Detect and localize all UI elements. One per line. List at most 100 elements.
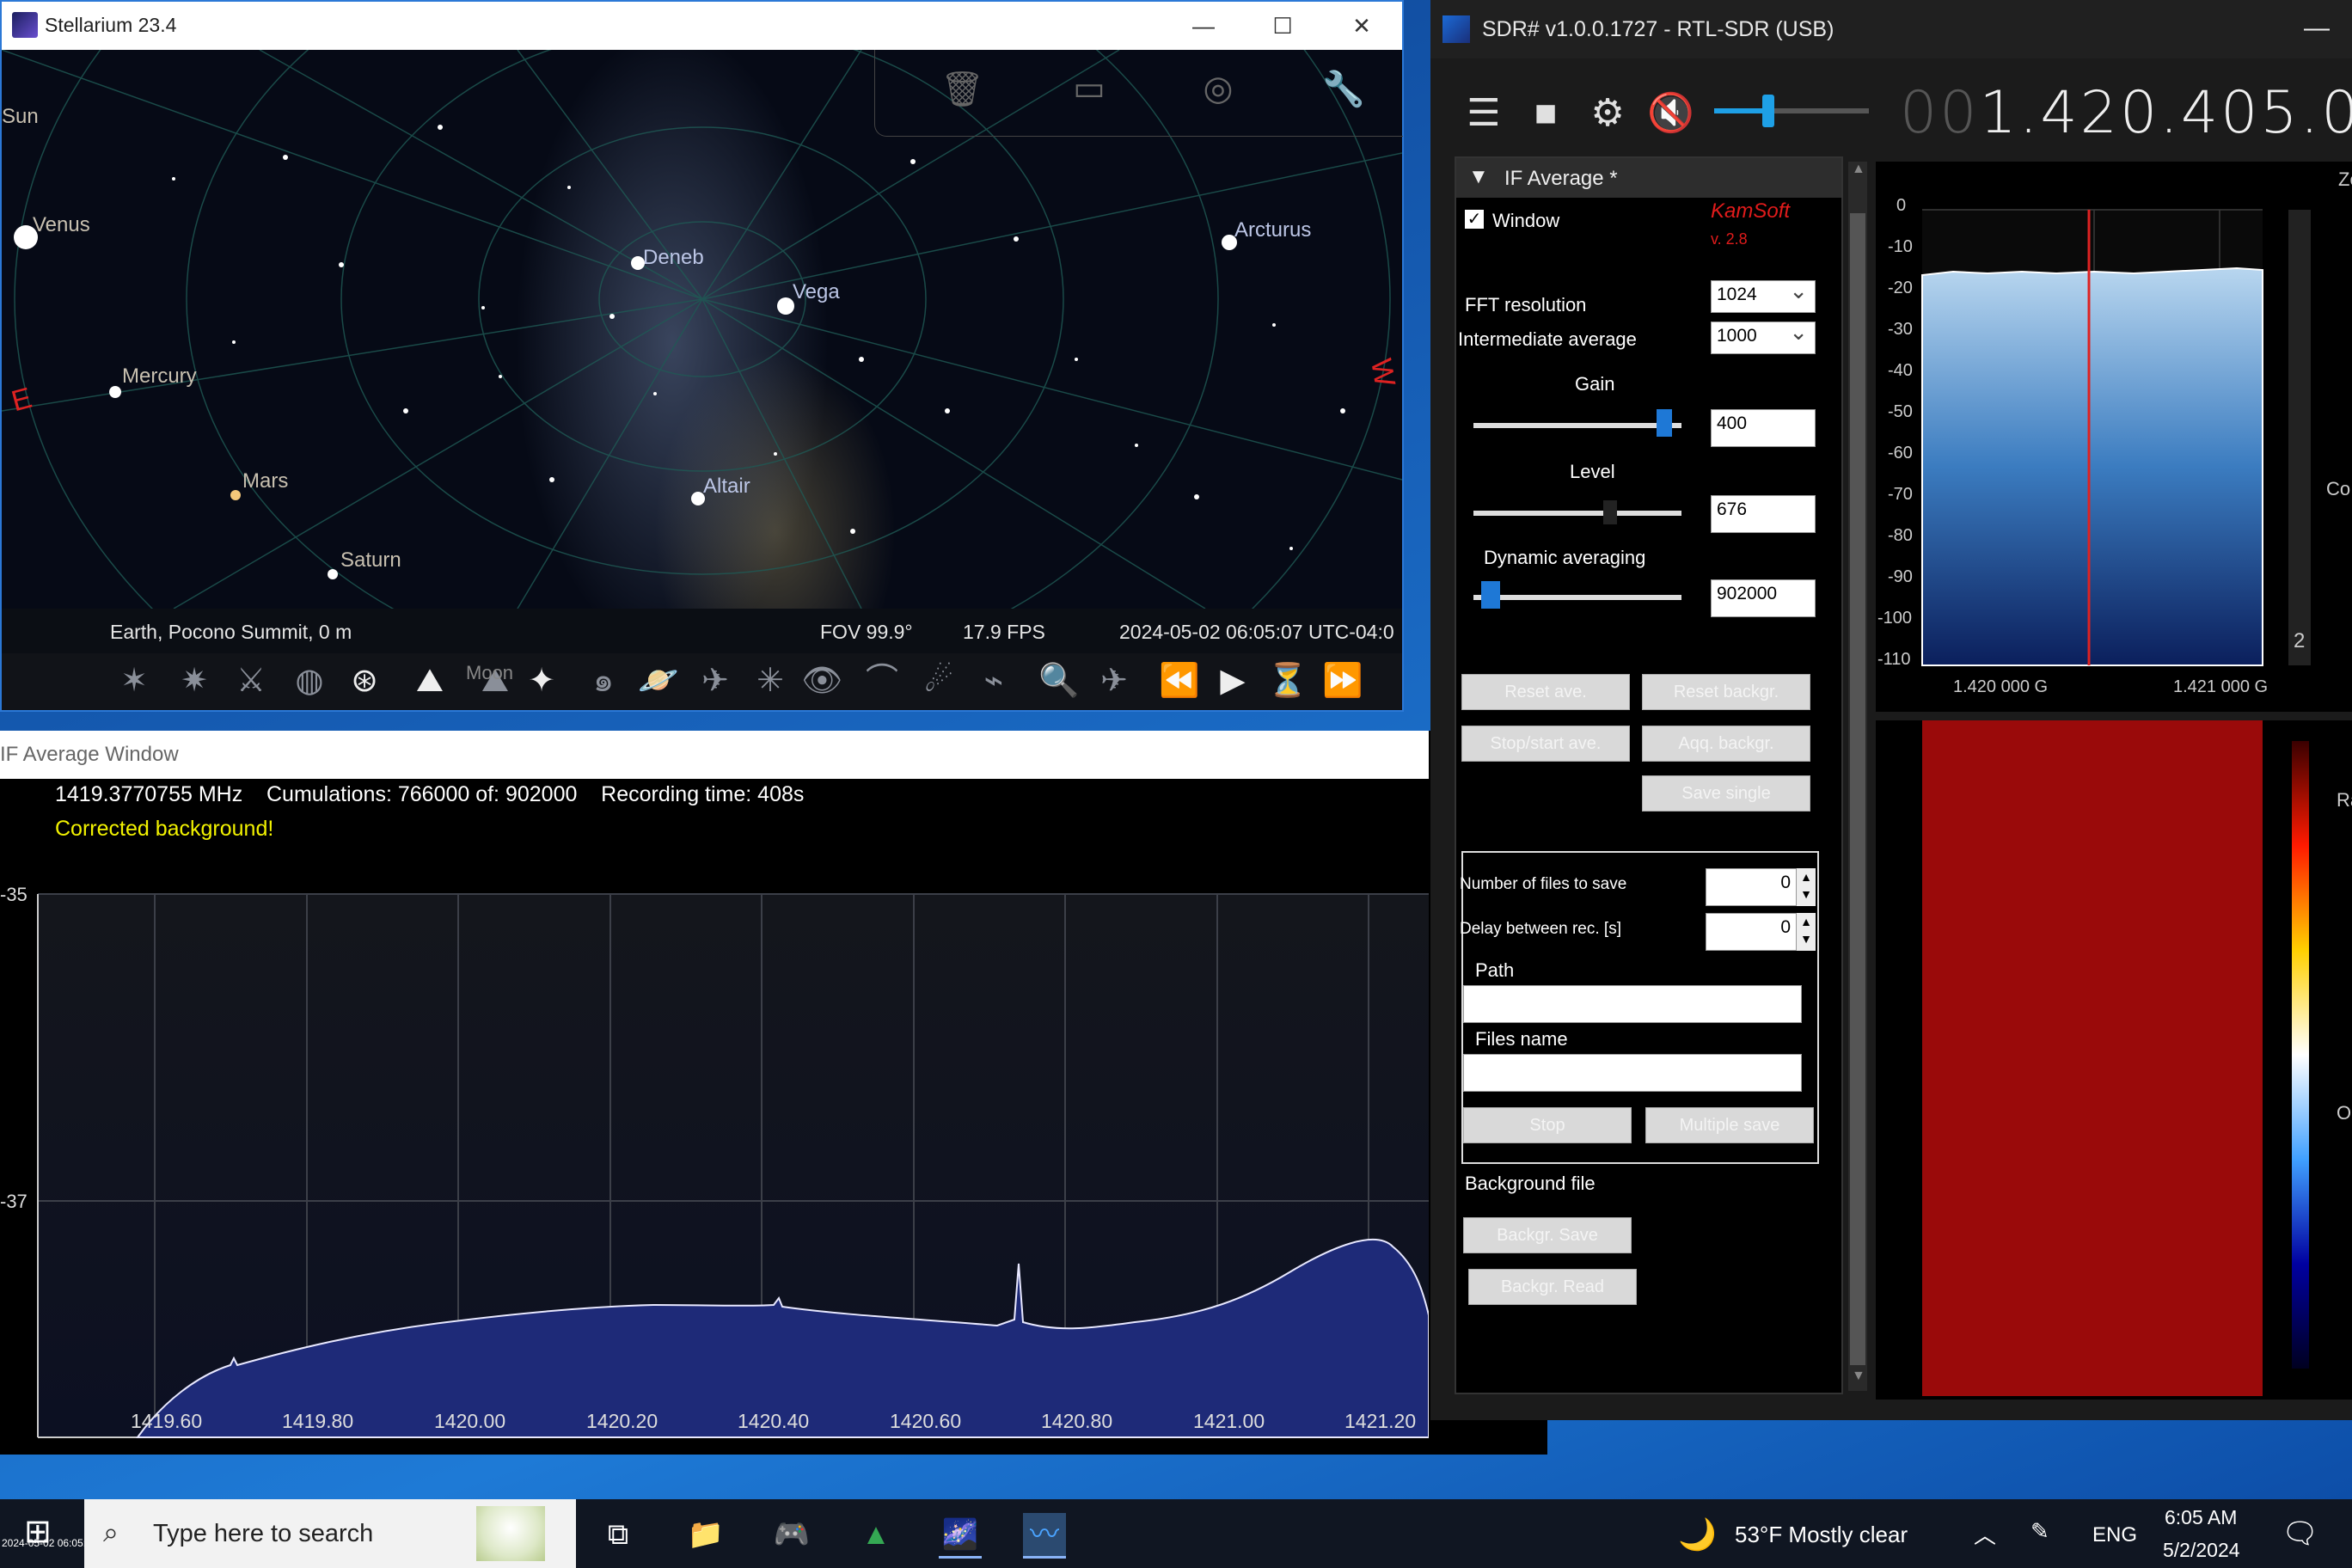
pen-icon[interactable]: ✎ — [2030, 1518, 2049, 1545]
multiple-save-button[interactable]: Multiple save — [1645, 1107, 1814, 1143]
night-mode-icon[interactable]: ⌒ — [861, 660, 903, 701]
sdr-taskbar-icon[interactable]: 〰 — [1023, 1513, 1066, 1559]
rewind-icon[interactable]: ⏪ — [1159, 660, 1200, 701]
target-icon[interactable]: ◎ — [1197, 69, 1240, 112]
window-icon[interactable]: ▭ — [1068, 69, 1111, 112]
waterfall-display — [1922, 720, 2263, 1396]
path-input[interactable] — [1463, 985, 1802, 1023]
window-checkbox[interactable]: ✓ — [1465, 210, 1484, 229]
menu-icon[interactable]: ☰ — [1461, 91, 1506, 136]
gain-input[interactable]: 400 — [1711, 409, 1816, 447]
gain-slider[interactable] — [1473, 409, 1681, 437]
equatorial-grid-icon[interactable]: ◍ — [289, 660, 330, 701]
weather-text[interactable]: 53°F Mostly clear — [1735, 1522, 1908, 1548]
notification-icon[interactable]: 🗨 — [2282, 1516, 2318, 1551]
spec-y-tick: -40 — [1888, 361, 1913, 380]
stop-icon[interactable]: ■ — [1523, 91, 1568, 136]
if-average-window[interactable]: IF Average Window 1419.3770755 MHz Cumul… — [0, 731, 1547, 1455]
task-view-icon[interactable]: ⧉ — [597, 1513, 640, 1556]
level-slider-thumb[interactable] — [1603, 500, 1618, 524]
constellation-lines-icon[interactable]: ✶ — [113, 660, 155, 701]
minimize-icon[interactable]: — — [2304, 14, 2330, 43]
dyn-avg-input[interactable]: 902000 — [1711, 579, 1816, 617]
volume-slider-thumb[interactable] — [1762, 95, 1774, 127]
files-name-input[interactable] — [1463, 1054, 1802, 1092]
gain-slider-thumb[interactable] — [1656, 409, 1672, 437]
planets-icon[interactable]: 🪐 — [638, 660, 679, 701]
play-icon[interactable]: ▶ — [1212, 660, 1253, 701]
stellarium-taskbar-icon[interactable]: 🌌 — [939, 1513, 982, 1559]
save-single-button[interactable]: Save single — [1642, 775, 1810, 812]
stop-start-ave-button[interactable]: Stop/start ave. — [1461, 726, 1630, 762]
clock-time[interactable]: 6:05 AM — [2165, 1506, 2237, 1529]
files-count-spinner[interactable]: ▲ ▼ — [1797, 868, 1816, 906]
trash-icon[interactable]: 🗑 — [940, 69, 984, 112]
inter-avg-select[interactable]: 1000 — [1711, 319, 1816, 354]
spectrum-panel[interactable]: 0 -10 -20 -30 -40 -50 -60 -70 -80 -90 -1… — [1876, 162, 2352, 712]
scroll-down-icon[interactable]: ▼ — [1852, 1369, 1865, 1384]
language-indicator[interactable]: ENG — [2092, 1523, 2137, 1547]
meteor-icon[interactable]: ☄ — [918, 660, 959, 701]
settings-icon[interactable]: ✈ — [1093, 660, 1135, 701]
now-icon[interactable]: ⏳ — [1267, 660, 1308, 701]
gear-icon[interactable]: ⚙ — [1585, 91, 1630, 136]
files-count-input[interactable]: 0 — [1706, 868, 1797, 906]
dyn-avg-slider[interactable] — [1473, 581, 1681, 609]
constellation-labels-icon[interactable]: ✷ — [174, 660, 215, 701]
nebulae-icon[interactable]: ๑ — [583, 660, 624, 701]
delay-spinner[interactable]: ▲ ▼ — [1797, 913, 1816, 951]
search-icon[interactable]: 🔍 — [1038, 660, 1080, 701]
fast-forward-icon[interactable]: ⏩ — [1322, 660, 1363, 701]
inter-avg-label: Intermediate average — [1458, 328, 1637, 350]
constellation-art-icon[interactable]: ⚔ — [230, 660, 272, 701]
mount-icon[interactable]: ✳ — [750, 660, 791, 701]
satellites-icon[interactable]: ✈ — [695, 660, 736, 701]
delay-input[interactable]: 0 — [1706, 913, 1797, 951]
eye-icon[interactable]: 👁 — [801, 660, 842, 701]
waterfall-panel[interactable] — [1876, 720, 2352, 1400]
if-average-titlebar[interactable]: IF Average Window — [0, 731, 1429, 779]
scrollbar-thumb[interactable] — [1850, 213, 1865, 1365]
mute-icon[interactable]: 🔇 — [1647, 91, 1694, 136]
level-input[interactable]: 676 — [1711, 495, 1816, 533]
stop-button[interactable]: Stop — [1463, 1107, 1632, 1143]
backgr-read-button[interactable]: Backgr. Read — [1468, 1269, 1637, 1305]
reset-backgr-button[interactable]: Reset backgr. — [1642, 674, 1810, 710]
plugin-scrollbar[interactable]: ▲ ▼ — [1848, 162, 1867, 1391]
chevron-up-icon[interactable]: ︿ — [1974, 1518, 1996, 1550]
wrench-icon[interactable]: 🔧 — [1322, 69, 1365, 112]
spec-y-tick: -20 — [1888, 279, 1913, 297]
reset-ave-button[interactable]: Reset ave. — [1461, 674, 1630, 710]
file-explorer-icon[interactable]: 📁 — [684, 1513, 727, 1556]
stellarium-title: Stellarium 23.4 — [45, 14, 177, 36]
plugin-header[interactable]: ▼ IF Average * — [1456, 158, 1841, 198]
fft-select[interactable]: 1024 — [1711, 278, 1816, 313]
files-count-label: Number of files to save — [1460, 875, 1627, 893]
aq-backgr-button[interactable]: Aqq. backgr. — [1642, 726, 1810, 762]
maximize-icon[interactable]: ☐ — [1243, 2, 1322, 50]
sdr-titlebar[interactable]: SDR# v1.0.0.1727 - RTL-SDR (USB) — — [1430, 0, 2352, 58]
clock-date[interactable]: 5/2/2024 — [2163, 1539, 2240, 1562]
scroll-up-icon[interactable]: ▲ — [1852, 162, 1865, 177]
dyn-avg-slider-thumb[interactable] — [1480, 581, 1500, 609]
google-drive-icon[interactable]: ▲ — [854, 1513, 897, 1556]
atmosphere-icon[interactable]: ✦ — [521, 660, 562, 701]
sdr-window[interactable]: SDR# v1.0.0.1727 - RTL-SDR (USB) — ☰ ■ ⚙… — [1430, 0, 2352, 1420]
path-label: Path — [1475, 959, 1515, 981]
stellarium-bottom-toolbar: ✶ ✷ ⚔ ◍ ⊛ ⛰ ⛰ ✦ ๑ 🪐 ✈ ✳ 👁 ⌒ ☄ ⌁ 🔍 ✈ ⏪ ▶ … — [2, 653, 1402, 710]
minimize-icon[interactable]: — — [1164, 2, 1243, 50]
taskbar-search[interactable]: ⌕ Type here to search — [84, 1499, 576, 1568]
backgr-save-button[interactable]: Backgr. Save — [1463, 1217, 1632, 1253]
comet-icon[interactable]: ⌁ — [973, 660, 1014, 701]
azimuthal-grid-icon[interactable]: ⊛ — [344, 660, 385, 701]
frequency-display[interactable]: 001.420.405.000 — [1900, 79, 2352, 147]
level-slider[interactable] — [1473, 500, 1681, 524]
ground-icon[interactable]: ⛰ — [409, 660, 450, 701]
stellarium-window[interactable]: Stellarium 23.4 — ☐ ✕ Sun Venus Mercury … — [0, 0, 1404, 712]
discord-icon[interactable]: 🎮 — [770, 1513, 813, 1556]
collapse-icon[interactable]: ▼ — [1468, 165, 1489, 189]
volume-slider[interactable] — [1714, 95, 1869, 127]
stellarium-titlebar[interactable]: Stellarium 23.4 — ☐ ✕ — [2, 2, 1402, 50]
close-icon[interactable]: ✕ — [1322, 2, 1401, 50]
weather-icon[interactable]: 🌙 — [1678, 1516, 1717, 1553]
